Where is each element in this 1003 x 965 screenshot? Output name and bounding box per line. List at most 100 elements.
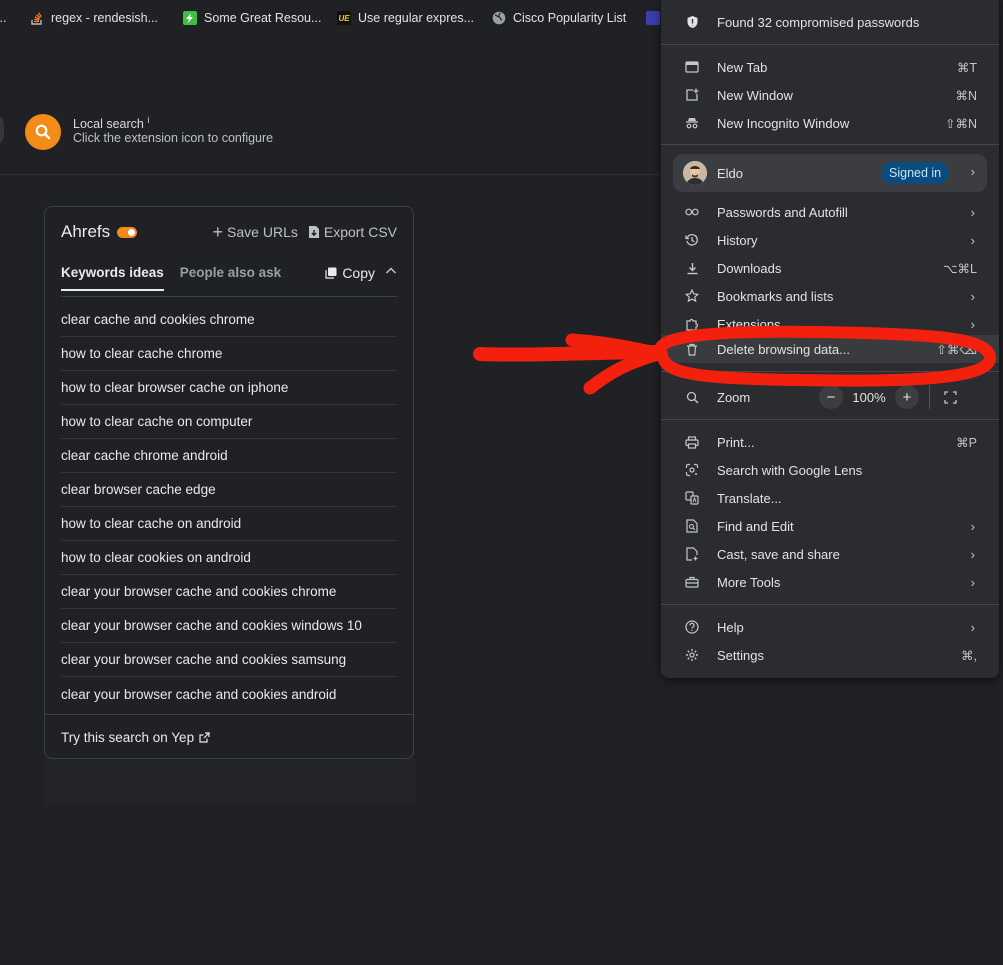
ue-icon: UE: [337, 11, 351, 25]
zoom-divider: [929, 385, 930, 409]
menu-separator: [661, 419, 999, 420]
menu-item-extensions[interactable]: Extensions ›: [661, 310, 999, 338]
menu-item-translate[interactable]: Translate...: [661, 484, 999, 512]
local-search-banner: Local search i Click the extension icon …: [0, 40, 660, 175]
printer-icon: [685, 435, 699, 449]
menu-item-more-tools[interactable]: More Tools ›: [661, 568, 999, 596]
tab-keywords-ideas[interactable]: Keywords ideas: [61, 265, 164, 291]
menu-item-google-lens[interactable]: Search with Google Lens: [661, 456, 999, 484]
lens-icon: [685, 463, 699, 477]
chevron-right-icon: ›: [970, 518, 975, 534]
external-link-icon: [199, 732, 210, 743]
zoom-level: 100%: [852, 389, 886, 405]
back-pill[interactable]: [0, 113, 4, 147]
keyword-item[interactable]: clear browser cache edge: [61, 473, 397, 507]
menu-item-delete-browsing-data[interactable]: Delete browsing data... ⇧⌘⌫: [661, 335, 999, 363]
profile-row[interactable]: Eldo Signed in ›: [673, 154, 987, 192]
keyword-item[interactable]: clear cache and cookies chrome: [61, 303, 397, 337]
fullscreen-icon[interactable]: [944, 390, 957, 404]
search-icon[interactable]: [25, 114, 61, 150]
help-icon: [685, 620, 699, 634]
chevron-right-icon: ›: [970, 574, 975, 590]
menu-item-print[interactable]: Print... ⌘P: [661, 428, 999, 456]
menu-item-new-window[interactable]: New Window ⌘N: [661, 81, 999, 109]
menu-separator: [661, 371, 999, 372]
chevron-up-icon[interactable]: [385, 265, 397, 280]
menu-item-history[interactable]: History ›: [661, 226, 999, 254]
star-icon: [685, 289, 699, 303]
menu-item-new-tab[interactable]: New Tab ⌘T: [661, 53, 999, 81]
chrome-main-menu: Found 32 compromised passwords New Tab ⌘…: [661, 0, 999, 678]
bookmark-item[interactable]: regex - rendesish...: [30, 11, 158, 25]
keyword-item[interactable]: clear cache chrome android: [61, 439, 397, 473]
chevron-right-icon: ›: [970, 164, 975, 179]
annotation-arrow-shaft: [473, 345, 667, 362]
chevron-right-icon: ›: [970, 546, 975, 562]
panel-tabs: Keywords ideas People also ask Copy: [61, 265, 397, 297]
chevron-right-icon: ›: [970, 232, 975, 248]
menu-item-cast-save-share[interactable]: Cast, save and share ›: [661, 540, 999, 568]
keyword-item[interactable]: how to clear cache on computer: [61, 405, 397, 439]
green-bolt-icon: [183, 11, 197, 25]
info-icon[interactable]: i: [147, 115, 149, 125]
menu-separator: [661, 144, 999, 145]
zoom-icon: [685, 390, 699, 404]
keyword-list: clear cache and cookies chrome how to cl…: [61, 303, 397, 711]
menu-item-incognito[interactable]: New Incognito Window ⇧⌘N: [661, 109, 999, 137]
tab-people-also-ask[interactable]: People also ask: [180, 265, 281, 289]
translate-icon: [685, 491, 699, 505]
menu-item-downloads[interactable]: Downloads ⌥⌘L: [661, 254, 999, 282]
panel-shadow: [44, 759, 416, 805]
panel-header: Ahrefs + Save URLs Export CSV: [61, 221, 397, 243]
save-urls-button[interactable]: + Save URLs: [213, 223, 298, 241]
bookmark-label: Cisco Popularity List: [513, 11, 627, 25]
zoom-in-button[interactable]: +: [895, 385, 919, 409]
keyword-item[interactable]: how to clear cache on android: [61, 507, 397, 541]
keyword-item[interactable]: clear your browser cache and cookies chr…: [61, 575, 397, 609]
incognito-icon: [685, 116, 699, 130]
export-csv-button[interactable]: Export CSV: [308, 224, 397, 240]
zoom-out-button[interactable]: −: [819, 385, 843, 409]
ahrefs-brand: Ahrefs: [61, 222, 111, 241]
menu-item-bookmarks[interactable]: Bookmarks and lists ›: [661, 282, 999, 310]
menu-item-help[interactable]: Help ›: [661, 613, 999, 641]
menu-item-find-edit[interactable]: Find and Edit ›: [661, 512, 999, 540]
keyword-item[interactable]: clear your browser cache and cookies win…: [61, 609, 397, 643]
keyword-item[interactable]: how to clear cookies on android: [61, 541, 397, 575]
find-page-icon: [685, 519, 699, 533]
menu-separator: [661, 604, 999, 605]
zoom-controls: − 100% +: [819, 383, 957, 411]
keyword-item[interactable]: clear your browser cache and cookies and…: [61, 677, 397, 711]
globe-icon: [492, 11, 506, 25]
keyword-item[interactable]: clear your browser cache and cookies sam…: [61, 643, 397, 677]
menu-item-compromised-passwords[interactable]: Found 32 compromised passwords: [661, 8, 999, 36]
profile-name: Eldo: [717, 166, 744, 181]
gear-icon: [685, 648, 699, 662]
bookmark-label: Use regular expres...: [358, 11, 475, 25]
download-file-icon: [308, 225, 320, 239]
bookmark-item[interactable]: ...: [0, 11, 6, 25]
keyword-item[interactable]: how to clear browser cache on iphone: [61, 371, 397, 405]
try-yep-link[interactable]: Try this search on Yep: [61, 730, 210, 745]
copy-icon: [325, 267, 337, 279]
menu-separator: [661, 44, 999, 45]
new-window-icon: [685, 88, 699, 102]
avatar: [683, 161, 707, 185]
bookmark-label: Some Great Resou...: [204, 11, 322, 25]
menu-item-settings[interactable]: Settings ⌘,: [661, 641, 999, 669]
menu-item-passwords[interactable]: Passwords and Autofill ›: [661, 198, 999, 226]
key-icon: [685, 205, 699, 219]
menu-item-zoom: Zoom − 100% +: [661, 383, 999, 411]
new-tab-icon: [685, 60, 699, 74]
copy-button[interactable]: Copy: [325, 265, 375, 281]
bookmark-item[interactable]: UE Use regular expres...: [337, 11, 474, 25]
local-search-subtitle: Click the extension icon to configure: [73, 131, 274, 145]
bookmark-item[interactable]: Cisco Popularity List: [492, 11, 626, 25]
keyword-item[interactable]: how to clear cache chrome: [61, 337, 397, 371]
ahrefs-toggle[interactable]: [117, 226, 138, 238]
local-search-title: Local search i: [73, 115, 150, 132]
trash-icon: [685, 342, 699, 356]
share-page-icon: [685, 547, 699, 561]
bookmark-item[interactable]: Some Great Resou...: [183, 11, 321, 25]
download-icon: [685, 261, 699, 275]
